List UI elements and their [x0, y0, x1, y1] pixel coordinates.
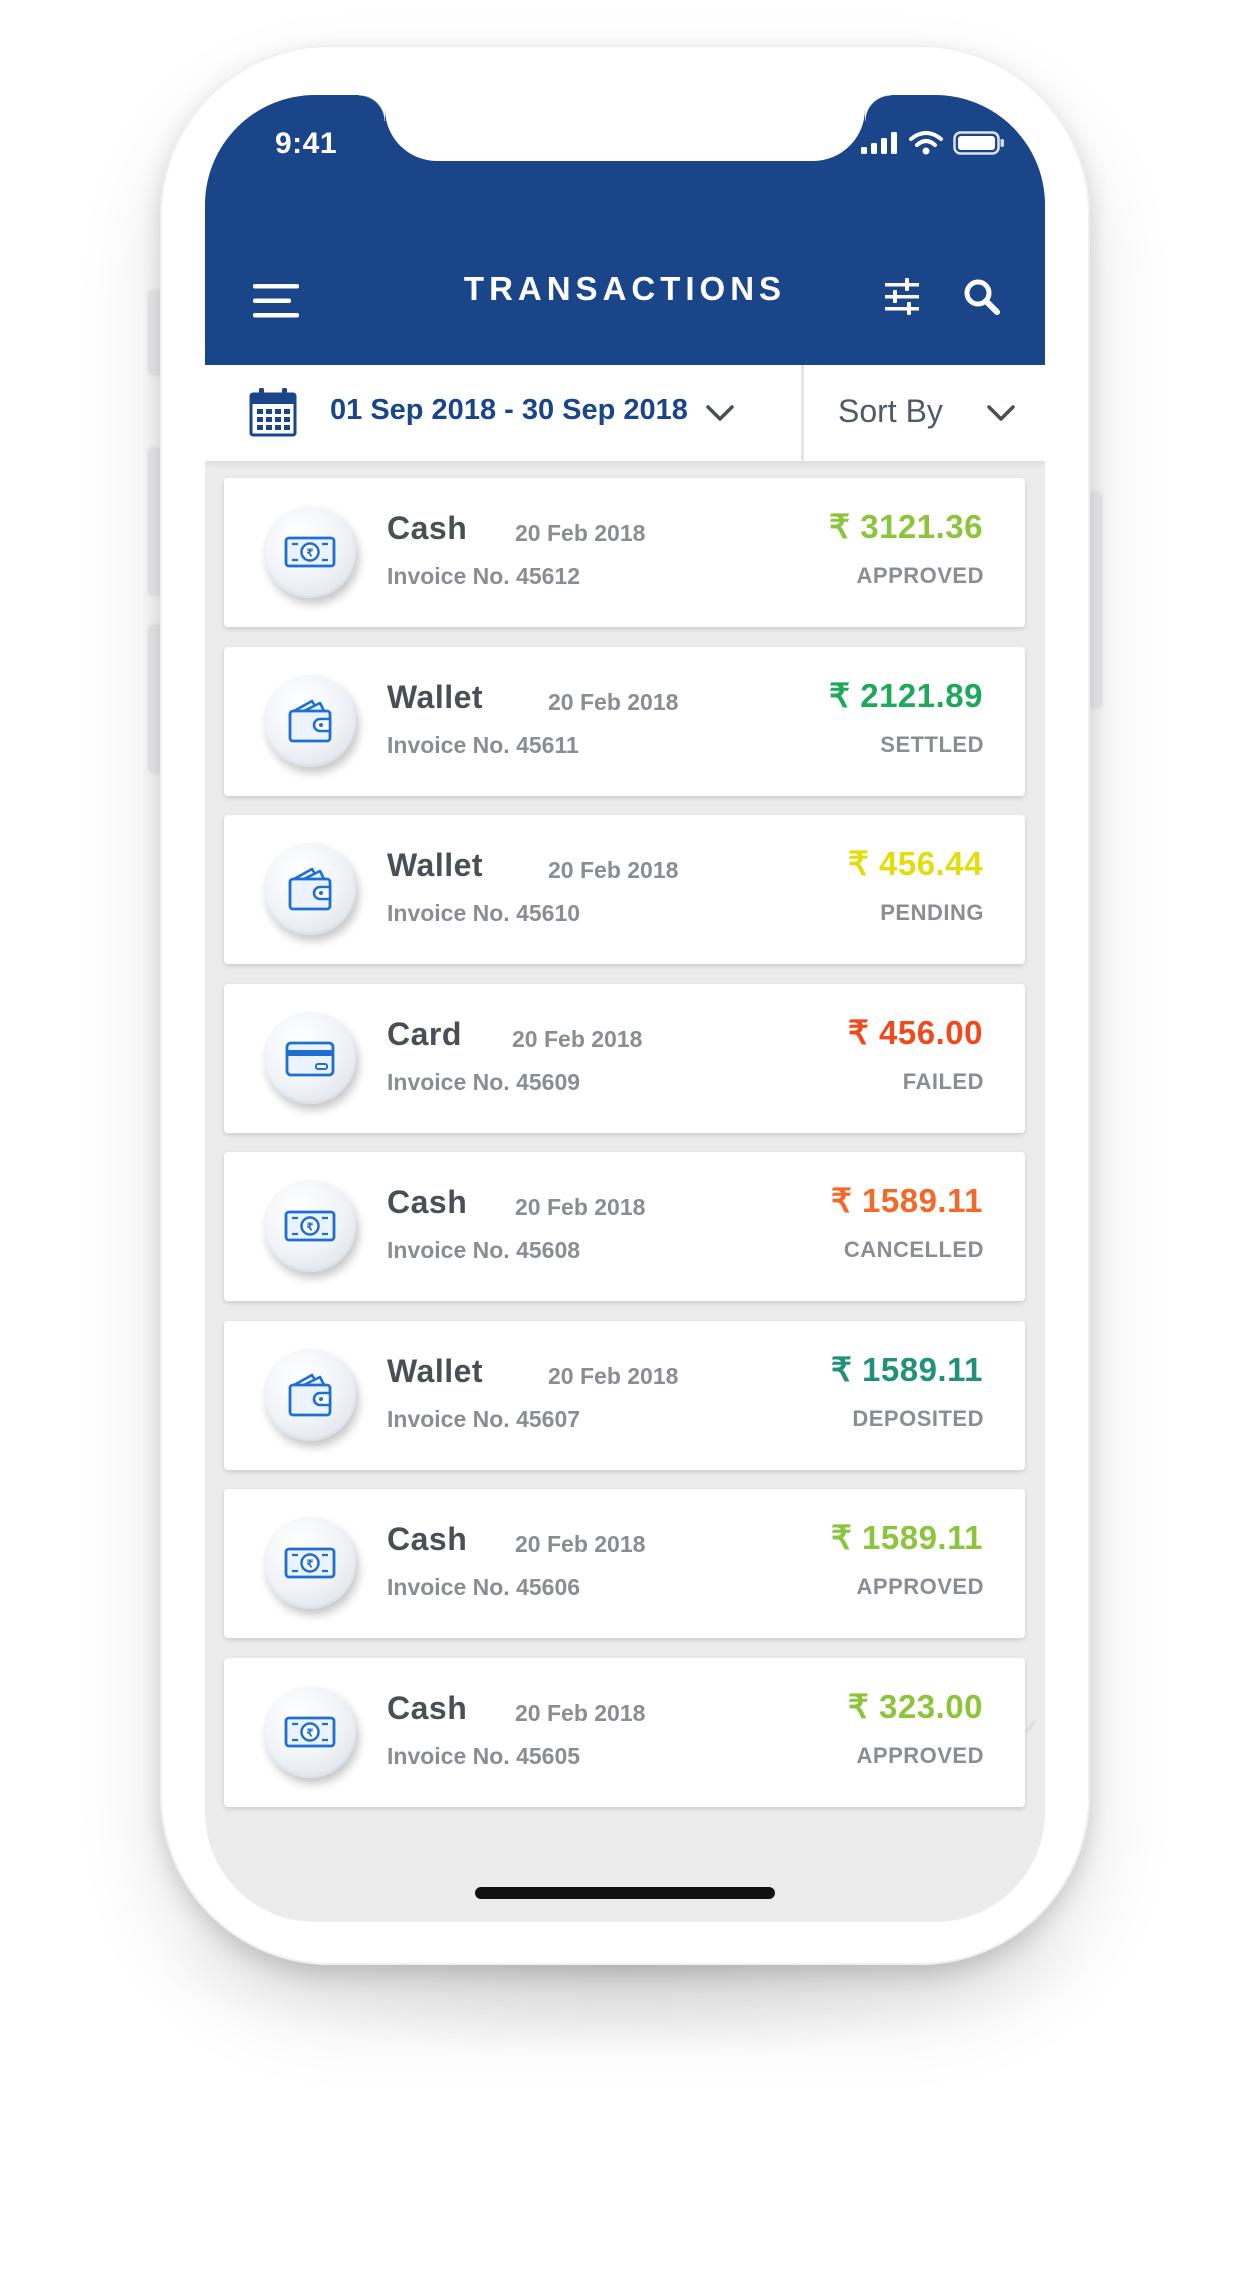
transaction-date: 20 Feb 2018	[515, 1531, 646, 1557]
date-range-text: 01 Sep 2018 - 30 Sep 2018	[330, 394, 688, 426]
transaction-amount: ₹ 456.00	[847, 1013, 983, 1051]
cash-icon: ₹	[264, 1517, 356, 1609]
cash-icon: ₹	[264, 506, 356, 598]
transaction-status: CANCELLED	[843, 1237, 984, 1262]
wifi-icon	[909, 131, 943, 155]
invoice-number: Invoice No. 45605	[387, 1742, 581, 1769]
transaction-status: FAILED	[902, 1068, 984, 1094]
transaction-date: 20 Feb 2018	[548, 1362, 679, 1389]
signal-icon	[861, 132, 897, 154]
invoice-number: Invoice No. 45608	[387, 1237, 581, 1263]
transaction-status: DEPOSITED	[852, 1405, 984, 1431]
transaction-card[interactable]: ₹ Cash 20 Feb 2018 Invoice No. 45606 ₹ 1589.…	[224, 1489, 1025, 1638]
date-range-selector[interactable]: 01 Sep 2018 - 30 Sep 2018	[205, 365, 801, 461]
transaction-method: Wallet	[387, 678, 484, 715]
sliders-icon[interactable]	[881, 275, 925, 319]
invoice-number: Invoice No. 45612	[387, 563, 581, 589]
wallet-icon	[264, 1348, 356, 1441]
transaction-card[interactable]: Wallet 20 Feb 2018 Invoice No. 45607 ₹ 1589…	[224, 1320, 1025, 1470]
sort-by-dropdown[interactable]: Sort By	[804, 365, 1045, 461]
transaction-status: APPROVED	[856, 1574, 984, 1599]
status-time: 9:41	[275, 127, 338, 160]
transaction-method: Cash	[387, 510, 468, 546]
transaction-card[interactable]: ₹ Cash 20 Feb 2018 Invoice No. 45608 ₹ 1589.…	[224, 1152, 1025, 1301]
calendar-icon	[249, 388, 297, 437]
chevron-down-icon	[987, 405, 1015, 421]
transaction-method: Cash	[387, 1184, 468, 1220]
transaction-method: Card	[387, 1015, 462, 1052]
transaction-status: APPROVED	[856, 563, 984, 588]
transaction-amount: ₹ 3121.36	[829, 508, 983, 545]
home-indicator[interactable]	[475, 1887, 775, 1899]
transaction-date: 20 Feb 2018	[548, 688, 679, 715]
invoice-number: Invoice No. 45609	[387, 1068, 581, 1095]
transaction-date: 20 Feb 2018	[548, 857, 679, 883]
wallet-icon	[264, 674, 356, 767]
transaction-card[interactable]: Card 20 Feb 2018 Invoice No. 45609 ₹ 456.00…	[224, 983, 1025, 1133]
transaction-card[interactable]: Wallet 20 Feb 2018 Invoice No. 45610 ₹ 456.…	[224, 815, 1025, 964]
transaction-card[interactable]: ₹ Cash 20 Feb 2018 Invoice No. 45612 ₹ 3121.…	[224, 478, 1025, 627]
battery-icon	[953, 131, 1004, 155]
transaction-amount: ₹ 1589.11	[830, 1519, 983, 1556]
sort-by-label: Sort By	[838, 393, 943, 429]
chevron-down-icon	[706, 405, 734, 421]
svg-text:₹: ₹	[306, 547, 314, 560]
transaction-date: 20 Feb 2018	[515, 1194, 646, 1220]
transaction-method: Wallet	[387, 847, 484, 883]
transaction-amount: ₹ 2121.89	[829, 676, 983, 714]
app-header: 9:41 TRANSACTIONS	[205, 95, 1045, 365]
invoice-number: Invoice No. 45611	[387, 731, 579, 758]
transaction-card[interactable]: ₹ Cash 20 Feb 2018 Invoice No. 45605 ₹ 323.0…	[224, 1657, 1025, 1807]
phone-frame: 9:41 TRANSACTIONS 01 Sep 2018 - 30 Sep 2…	[160, 45, 1090, 1965]
phone-notch	[359, 95, 891, 161]
filter-bar: 01 Sep 2018 - 30 Sep 2018 Sort By	[205, 365, 1045, 461]
transaction-amount: ₹ 1589.11	[830, 1182, 983, 1219]
transaction-card[interactable]: Wallet 20 Feb 2018 Invoice No. 45611 ₹ 2121…	[224, 646, 1025, 796]
status-icons	[861, 131, 1005, 155]
phone-screen: 9:41 TRANSACTIONS 01 Sep 2018 - 30 Sep 2…	[205, 95, 1045, 1922]
transaction-list[interactable]: ₹ Cash 20 Feb 2018 Invoice No. 45612 ₹ 3121.…	[205, 461, 1045, 1922]
cash-icon: ₹	[264, 1180, 356, 1272]
card-icon	[264, 1011, 356, 1104]
transaction-status: APPROVED	[856, 1742, 984, 1768]
transaction-method: Cash	[387, 1689, 468, 1726]
transaction-amount: ₹ 1589.11	[830, 1350, 983, 1388]
svg-text:₹: ₹	[306, 1558, 314, 1571]
transaction-status: SETTLED	[880, 731, 984, 757]
invoice-number: Invoice No. 45606	[387, 1574, 581, 1600]
wallet-icon	[264, 843, 356, 935]
transaction-amount: ₹ 323.00	[847, 1687, 983, 1725]
transaction-method: Cash	[387, 1521, 468, 1557]
transaction-method: Wallet	[387, 1352, 484, 1389]
transaction-date: 20 Feb 2018	[515, 520, 646, 546]
transaction-date: 20 Feb 2018	[512, 1025, 643, 1052]
transaction-date: 20 Feb 2018	[515, 1699, 646, 1726]
transaction-status: PENDING	[880, 900, 984, 925]
invoice-number: Invoice No. 45610	[387, 900, 581, 926]
invoice-number: Invoice No. 45607	[387, 1405, 581, 1432]
svg-text:₹: ₹	[306, 1221, 314, 1234]
search-icon[interactable]	[962, 277, 1002, 317]
svg-text:₹: ₹	[306, 1726, 314, 1739]
cash-icon: ₹	[264, 1685, 356, 1778]
transaction-amount: ₹ 456.44	[847, 845, 983, 882]
